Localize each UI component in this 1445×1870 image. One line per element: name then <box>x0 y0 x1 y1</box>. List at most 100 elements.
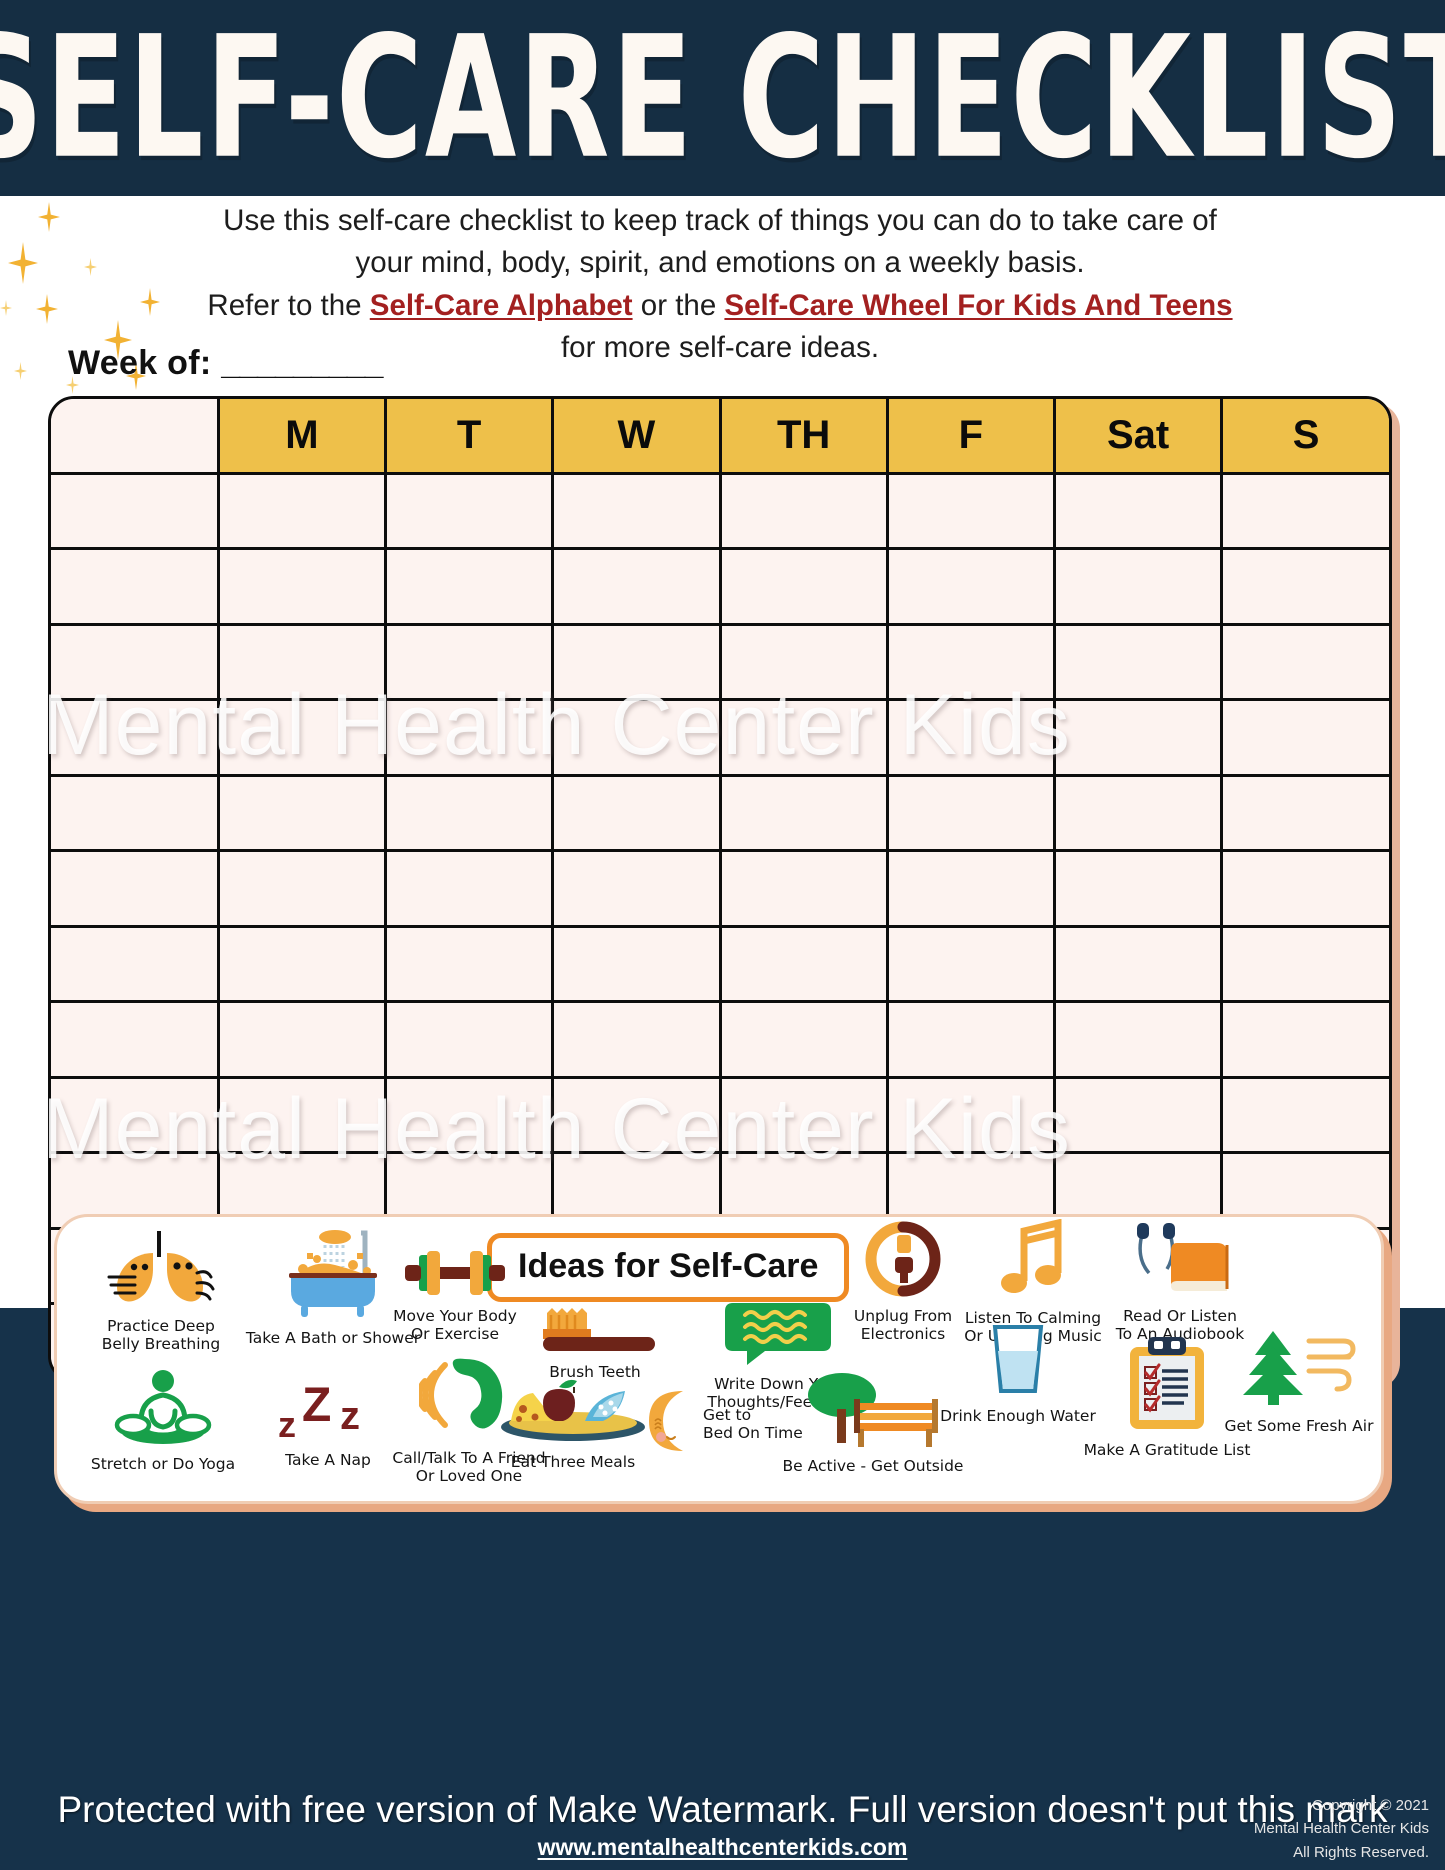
checkbox-cell[interactable] <box>1052 698 1224 777</box>
table-row <box>51 547 1389 626</box>
checkbox-cell[interactable] <box>718 1000 889 1079</box>
table-row <box>51 1000 1389 1079</box>
checkbox-cell[interactable] <box>383 773 555 852</box>
week-of-label: Week of: <box>68 344 212 382</box>
checkbox-cell[interactable] <box>885 1075 1057 1154</box>
checkbox-cell[interactable] <box>383 1075 555 1154</box>
checkbox-cell[interactable] <box>885 622 1057 701</box>
checkbox-cell[interactable] <box>1052 471 1224 550</box>
checkbox-cell[interactable] <box>216 773 388 852</box>
checkbox-cell[interactable] <box>383 547 555 626</box>
self-care-wheel-link[interactable]: Self-Care Wheel For Kids And Teens <box>724 289 1232 322</box>
checkbox-cell[interactable] <box>885 849 1057 928</box>
checkbox-cell[interactable] <box>885 1000 1057 1079</box>
checkbox-cell[interactable] <box>718 849 889 928</box>
checkbox-cell[interactable] <box>718 1075 889 1154</box>
checkbox-cell[interactable] <box>885 471 1057 550</box>
checkbox-cell[interactable] <box>1052 622 1224 701</box>
checkbox-cell[interactable] <box>551 547 722 626</box>
checkbox-cell[interactable] <box>1220 622 1389 701</box>
sparkle-icon <box>38 202 60 232</box>
checkbox-cell[interactable] <box>885 924 1057 1003</box>
checkbox-cell[interactable] <box>1220 924 1389 1003</box>
checkbox-cell[interactable] <box>216 622 388 701</box>
task-cell[interactable] <box>51 547 220 626</box>
idea-label: Make A Gratitude List <box>1083 1441 1251 1459</box>
task-cell[interactable] <box>51 471 220 550</box>
checkbox-cell[interactable] <box>551 1075 722 1154</box>
checkbox-cell[interactable] <box>1220 698 1389 777</box>
checkbox-cell[interactable] <box>718 622 889 701</box>
task-cell[interactable] <box>51 1000 220 1079</box>
checkbox-cell[interactable] <box>885 547 1057 626</box>
sparkle-icon <box>14 362 27 380</box>
bench-tree-icon <box>798 1373 948 1454</box>
header-banner: SELF-CARE CHECKLIST <box>0 0 1445 196</box>
idea-label: Practice Deep Belly Breathing <box>101 1317 221 1354</box>
week-of-blank[interactable]: _________ <box>221 344 383 382</box>
moon-icon <box>637 1387 697 1458</box>
task-cell[interactable] <box>51 849 220 928</box>
music-note-icon <box>994 1218 1072 1306</box>
checkbox-cell[interactable] <box>718 471 889 550</box>
checkbox-cell[interactable] <box>216 547 388 626</box>
checkbox-cell[interactable] <box>216 698 388 777</box>
copyright-line-1: Copyright © 2021 <box>1312 1797 1429 1814</box>
task-cell[interactable] <box>51 622 220 701</box>
checkbox-cell[interactable] <box>1052 849 1224 928</box>
checkbox-cell[interactable] <box>1052 773 1224 852</box>
checkbox-cell[interactable] <box>383 622 555 701</box>
checklist-table-head: M T W TH F Sat S <box>51 399 1389 475</box>
checkbox-cell[interactable] <box>551 698 722 777</box>
checkbox-cell[interactable] <box>1052 924 1224 1003</box>
clipboard-icon <box>1126 1337 1208 1438</box>
table-row <box>51 698 1389 777</box>
checkbox-cell[interactable] <box>1052 547 1224 626</box>
checkbox-cell[interactable] <box>885 698 1057 777</box>
checkbox-cell[interactable] <box>1052 1000 1224 1079</box>
svg-text:z: z <box>340 1394 360 1438</box>
checkbox-cell[interactable] <box>551 924 722 1003</box>
sparkle-icon <box>8 242 38 284</box>
checkbox-cell[interactable] <box>383 698 555 777</box>
lungs-icon <box>101 1223 221 1314</box>
footer: Protected with free version of Make Wate… <box>0 1789 1445 1870</box>
checkbox-cell[interactable] <box>1220 1075 1389 1154</box>
checkbox-cell[interactable] <box>383 1000 555 1079</box>
checkbox-cell[interactable] <box>216 471 388 550</box>
sparkle-icon <box>84 258 97 276</box>
self-care-alphabet-link[interactable]: Self-Care Alphabet <box>370 289 633 322</box>
task-cell[interactable] <box>51 924 220 1003</box>
checkbox-cell[interactable] <box>216 1000 388 1079</box>
intro-line-2: your mind, body, spirit, and emotions on… <box>355 246 1085 280</box>
task-cell[interactable] <box>51 1075 220 1154</box>
week-of-field[interactable]: Week of: _________ <box>68 344 383 383</box>
table-row <box>51 924 1389 1003</box>
checkbox-cell[interactable] <box>383 924 555 1003</box>
idea-item: z Z z Take A Nap <box>253 1379 403 1469</box>
checkbox-cell[interactable] <box>551 471 722 550</box>
checkbox-cell[interactable] <box>551 773 722 852</box>
checkbox-cell[interactable] <box>718 547 889 626</box>
checkbox-cell[interactable] <box>718 698 889 777</box>
checkbox-cell[interactable] <box>1220 849 1389 928</box>
checkbox-cell[interactable] <box>551 1000 722 1079</box>
checkbox-cell[interactable] <box>216 924 388 1003</box>
checkbox-cell[interactable] <box>383 471 555 550</box>
checkbox-cell[interactable] <box>885 773 1057 852</box>
checkbox-cell[interactable] <box>1052 1075 1224 1154</box>
checkbox-cell[interactable] <box>216 849 388 928</box>
checkbox-cell[interactable] <box>1220 773 1389 852</box>
task-cell[interactable] <box>51 773 220 852</box>
checkbox-cell[interactable] <box>551 622 722 701</box>
checkbox-cell[interactable] <box>1220 547 1389 626</box>
checkbox-cell[interactable] <box>718 924 889 1003</box>
checkbox-cell[interactable] <box>1220 471 1389 550</box>
task-cell[interactable] <box>51 698 220 777</box>
checkbox-cell[interactable] <box>551 849 722 928</box>
day-header-m: M <box>216 399 388 475</box>
checkbox-cell[interactable] <box>718 773 889 852</box>
checkbox-cell[interactable] <box>383 849 555 928</box>
checkbox-cell[interactable] <box>216 1075 388 1154</box>
checkbox-cell[interactable] <box>1220 1000 1389 1079</box>
